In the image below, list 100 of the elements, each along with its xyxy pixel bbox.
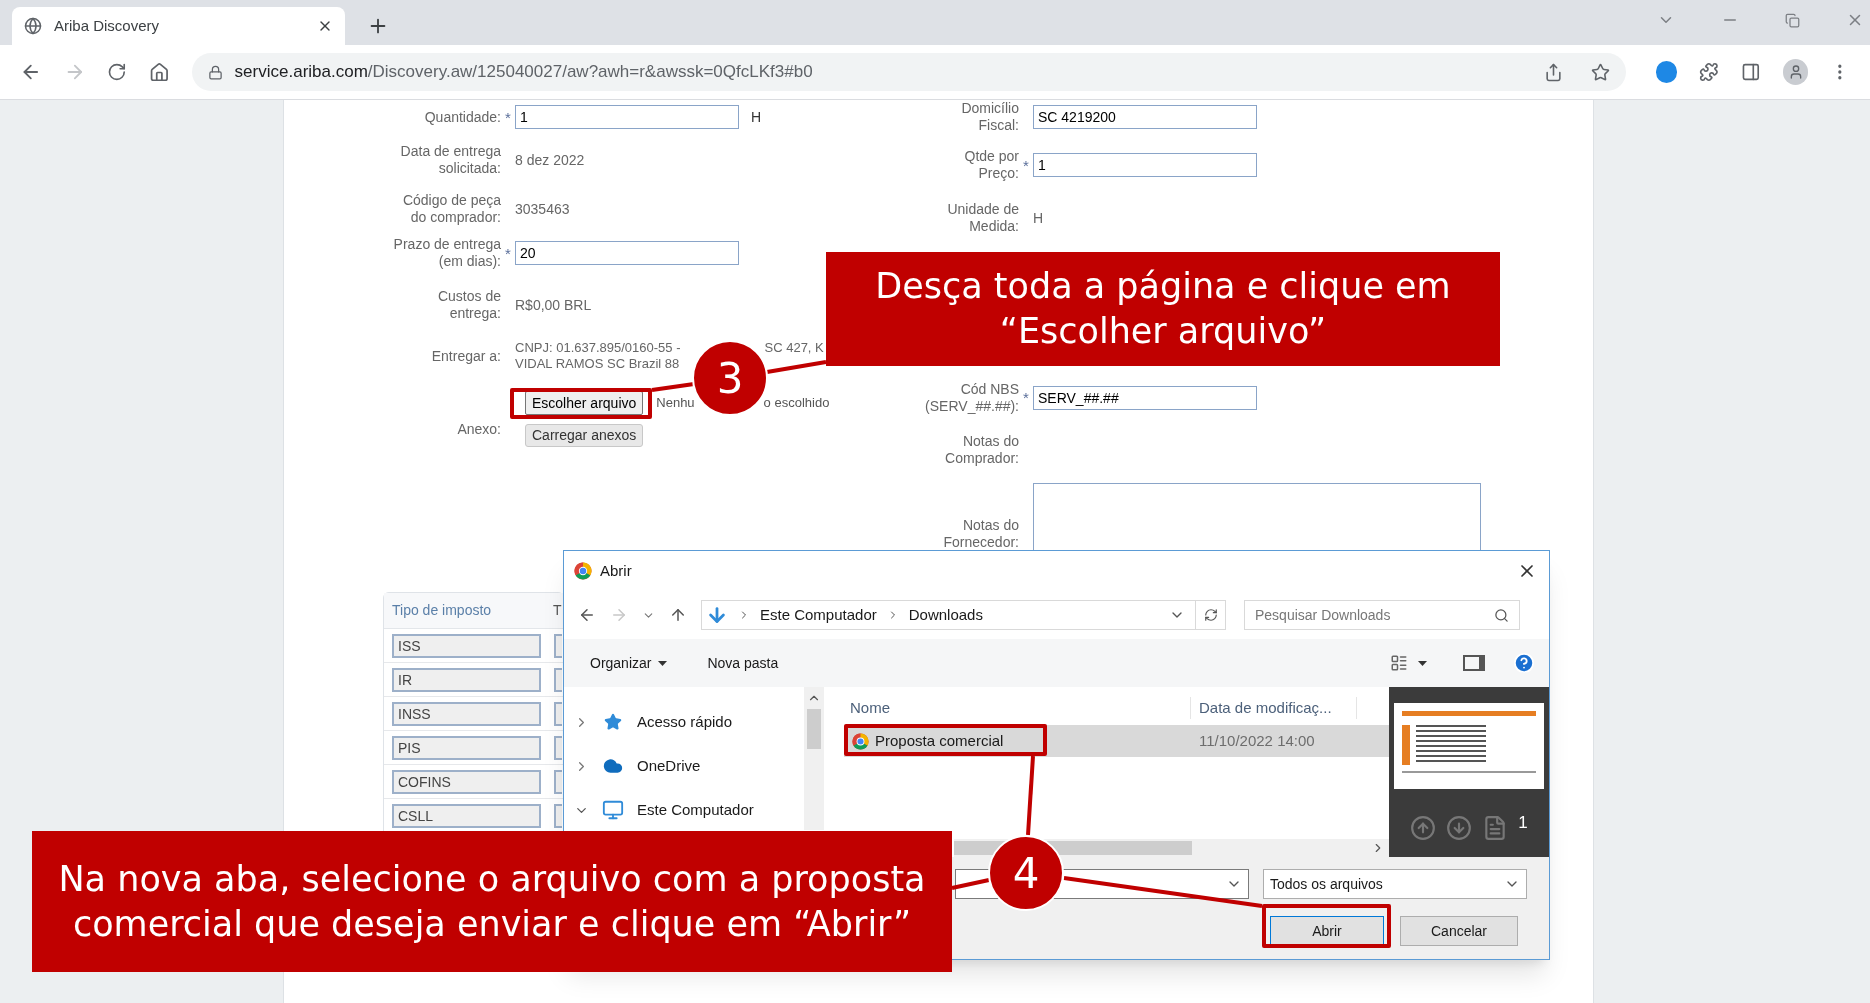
field-value: R$0,00 BRL: [515, 295, 592, 315]
address-text: SC 427, K: [764, 340, 824, 356]
field-label: Custos de entrega:: [436, 288, 501, 322]
tax-type-field[interactable]: CSLL: [392, 803, 541, 828]
round-logo-icon: [852, 732, 869, 750]
browser-tab[interactable]: Ariba Discovery: [12, 7, 345, 45]
field-label: Prazo de entrega (em dias):: [392, 236, 501, 270]
extension-icon[interactable]: [1655, 61, 1678, 83]
field-label: Anexo:: [456, 421, 501, 438]
search-field[interactable]: Pesquisar Downloads: [1244, 600, 1520, 630]
page-number: 1: [1518, 812, 1528, 835]
callout-text: Na nova aba, selecione o arquivo com a proposta comercial que deseja enviar e clique em “Abrir”: [57, 857, 927, 946]
file-row[interactable]: Proposta comercial 11/10/2022 14:00: [844, 725, 1389, 757]
column-header[interactable]: Nome: [824, 696, 1191, 719]
input-field[interactable]: 20: [515, 241, 739, 265]
input-field[interactable]: [554, 701, 562, 726]
globe-icon: [24, 17, 42, 35]
field-label: Notas do Comprador:: [944, 433, 1019, 467]
field-label: Código de peça do comprador:: [401, 192, 501, 226]
required-mark: *: [1023, 157, 1029, 173]
path-segment[interactable]: Este Computador: [760, 603, 877, 627]
file-date: 11/10/2022 14:00: [1198, 730, 1315, 751]
notes-field[interactable]: [1033, 483, 1481, 550]
input-field[interactable]: [554, 735, 562, 760]
field-label: Cód NBS (SERV_##.##):: [924, 380, 1019, 415]
field-value: 3035463: [515, 199, 570, 219]
search-icon: [1494, 607, 1509, 623]
column-header: T: [553, 601, 563, 620]
tax-type-field[interactable]: COFINS: [392, 769, 541, 794]
required-mark: *: [505, 109, 511, 125]
field-label: Entregar a:: [430, 347, 501, 365]
previous-page-icon[interactable]: [1410, 815, 1437, 841]
column-header[interactable]: Data de modificaç...: [1191, 696, 1357, 719]
scrollbar-thumb[interactable]: [807, 709, 821, 749]
back-icon[interactable]: [578, 606, 596, 624]
side-panel-icon[interactable]: [1741, 62, 1761, 82]
field-label: Domicílio Fiscal:: [960, 100, 1019, 134]
file-type-select[interactable]: Todos os arquivos: [1263, 869, 1527, 899]
input-field[interactable]: 1: [1033, 153, 1257, 177]
dialog-title: Abrir: [600, 560, 633, 581]
extensions-icon[interactable]: [1699, 62, 1720, 82]
home-icon[interactable]: [148, 61, 170, 83]
choose-file-button[interactable]: Escolher arquivo: [525, 391, 644, 415]
input-field[interactable]: [554, 803, 562, 828]
path-bar[interactable]: Este Computador Downloads: [701, 600, 1226, 630]
input-field[interactable]: 1: [515, 105, 739, 129]
next-page-icon[interactable]: [1446, 815, 1473, 841]
reload-icon[interactable]: [107, 62, 127, 82]
share-icon[interactable]: [1543, 62, 1563, 82]
round-logo-icon: [574, 562, 592, 580]
nav-item[interactable]: OneDrive: [564, 749, 804, 783]
cloud-icon: [603, 756, 623, 776]
address-text: VIDAL RAMOS SC Brazil 88: [515, 356, 680, 372]
preview-pane-icon[interactable]: [1463, 655, 1485, 671]
required-mark: *: [505, 245, 511, 261]
star-icon: [604, 713, 622, 731]
column-header: Tipo de imposto: [391, 601, 493, 620]
tax-type-field[interactable]: IR: [392, 667, 541, 692]
bookmark-star-icon[interactable]: [1590, 62, 1610, 82]
required-mark: *: [1023, 390, 1029, 405]
lock-icon: [207, 64, 223, 80]
nav-item[interactable]: Acesso rápido: [564, 705, 804, 739]
tax-type-field[interactable]: PIS: [392, 735, 541, 760]
restore-icon[interactable]: [1785, 12, 1800, 28]
path-segment[interactable]: Downloads: [908, 603, 983, 627]
file-name: Proposta comercial: [875, 730, 1004, 751]
file-status-text: o escolhido: [763, 394, 830, 413]
upload-button[interactable]: Carregar anexos: [525, 424, 644, 447]
field-label: Notas do Fornecedor:: [942, 517, 1019, 551]
caret-icon[interactable]: [1418, 660, 1427, 666]
input-field[interactable]: [554, 633, 562, 658]
up-icon[interactable]: [669, 606, 687, 624]
profile-icon[interactable]: [1782, 59, 1809, 85]
help-icon[interactable]: [1513, 652, 1535, 674]
tax-type-field[interactable]: INSS: [392, 701, 541, 726]
address-bar[interactable]: service.ariba.com/Discovery.aw/125040027/aw?awh=r&awssk=0QfcLKf3#b0: [191, 53, 1626, 91]
field-label: Qtde por Preço:: [963, 148, 1019, 182]
field-value: H: [1033, 208, 1044, 228]
callout-text: Desça toda a página e clique em “Escolher arquivo”: [874, 265, 1452, 353]
field-label: Quantidade:: [423, 108, 501, 126]
nav-item[interactable]: Este Computador: [564, 793, 804, 827]
open-button[interactable]: Abrir: [1270, 916, 1384, 946]
download-arrow-icon: [706, 604, 728, 626]
input-field[interactable]: SERV_##.##: [1033, 385, 1257, 410]
tax-type-field[interactable]: ISS: [392, 633, 541, 658]
view-options-icon[interactable]: [1390, 654, 1408, 672]
cancel-button[interactable]: Cancelar: [1400, 916, 1518, 946]
unit-text: H: [751, 107, 762, 127]
field-label: Unidade de Medida:: [946, 201, 1019, 235]
address-text: CNPJ: 01.637.895/0160-55 -: [515, 340, 681, 356]
organize-menu[interactable]: Organizar: [590, 652, 668, 674]
refresh-icon[interactable]: [1203, 608, 1218, 622]
field-label: Data de entrega solicitada:: [399, 143, 501, 177]
monitor-icon: [602, 799, 624, 821]
input-field[interactable]: [554, 667, 562, 692]
input-field[interactable]: SC 4219200: [1033, 105, 1257, 129]
caret-icon: [658, 660, 668, 666]
new-folder-button[interactable]: Nova pasta: [707, 652, 779, 674]
input-field[interactable]: [554, 769, 562, 794]
file-status-text: Nenhu: [656, 394, 695, 413]
